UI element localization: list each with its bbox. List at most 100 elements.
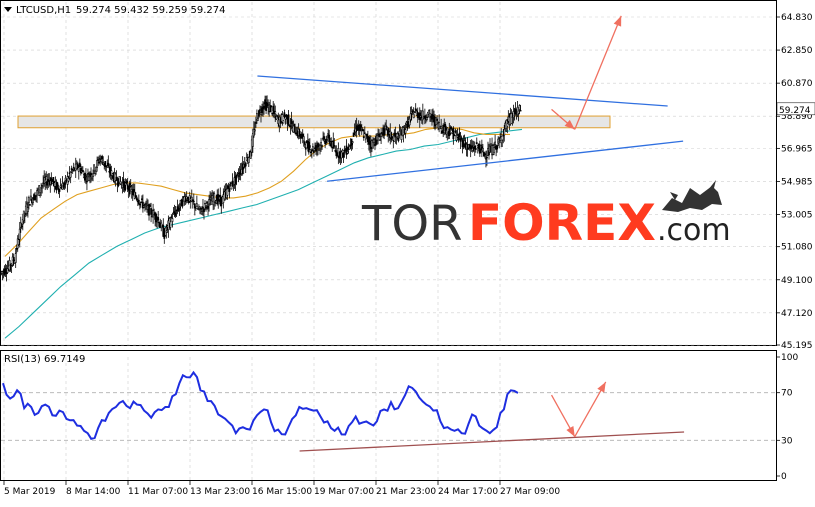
candle-body <box>128 183 131 195</box>
candle-body <box>471 148 474 151</box>
candle-body <box>178 206 181 209</box>
candle-body <box>152 210 154 218</box>
candle-body <box>160 222 163 229</box>
candle-body <box>452 128 455 140</box>
candle-body <box>294 132 297 135</box>
candle-body <box>170 216 173 218</box>
candle-body <box>309 151 312 154</box>
candle-body <box>409 113 412 120</box>
candle-body <box>52 177 55 184</box>
candle-body <box>312 146 314 150</box>
candle-body <box>450 126 453 130</box>
candle-body <box>321 145 323 147</box>
candle-body <box>88 176 90 182</box>
logo-suffix: .com <box>657 213 731 248</box>
candle-body <box>390 132 393 140</box>
candle-body <box>426 117 428 120</box>
candle-body <box>460 137 463 139</box>
candle-body <box>342 152 345 158</box>
candle-body <box>141 198 143 200</box>
candle-body <box>194 207 197 210</box>
candle-body <box>475 142 478 144</box>
candle-body <box>272 105 275 112</box>
candle-body <box>124 182 127 186</box>
rsi-pane-frame <box>0 350 777 481</box>
candle-body <box>6 268 9 273</box>
time-tick-label: 21 Mar 23:00 <box>376 487 436 497</box>
candle-body <box>195 203 198 207</box>
candle-body <box>235 174 238 179</box>
candle-body <box>93 164 95 172</box>
candle-body <box>282 120 285 124</box>
price-tick-label: 60.870 <box>781 79 813 89</box>
candle-body <box>208 199 210 205</box>
candle-body <box>470 145 473 148</box>
candle-body <box>203 208 205 213</box>
candle-body <box>385 125 388 128</box>
candle-body <box>247 157 250 163</box>
current-price-tag: 59.274 <box>776 102 815 116</box>
candle-body <box>192 200 195 203</box>
candle-body <box>228 188 231 192</box>
candle-body <box>115 176 118 181</box>
candle-body <box>304 147 307 150</box>
candle-body <box>169 221 172 228</box>
candle-body <box>518 105 521 110</box>
candle-body <box>501 139 504 142</box>
candle-body <box>302 136 305 142</box>
candle-body <box>201 211 203 215</box>
candle-body <box>171 218 174 222</box>
candle-body <box>313 150 315 153</box>
candle-body <box>423 115 426 119</box>
candle-body <box>271 112 274 115</box>
logo-prefix: TOR <box>361 196 462 252</box>
price-tick-label: 51.080 <box>781 243 813 253</box>
resistance-zone <box>17 115 611 129</box>
candle-body <box>181 199 184 207</box>
candle-body <box>513 115 516 117</box>
candle-body <box>18 228 21 240</box>
candle-body <box>185 196 188 200</box>
candle-body <box>327 133 330 135</box>
candle-body <box>135 197 138 201</box>
candle-body <box>87 173 89 175</box>
candle-body <box>237 175 240 177</box>
candle-body <box>97 159 100 161</box>
candle-body <box>479 144 482 146</box>
candle-body <box>236 172 239 175</box>
candle-body <box>477 143 480 149</box>
time-axis: 5 Mar 2019 8 Mar 14:00 11 Mar 07:00 13 Mar … <box>3 481 560 497</box>
candle-body <box>36 190 38 196</box>
candle-body <box>448 128 451 137</box>
time-tick-label: 27 Mar 09:00 <box>500 487 560 497</box>
candle-body <box>346 151 349 154</box>
ohlc-label: 59.274 59.432 59.259 59.274 <box>76 5 226 16</box>
candle-body <box>283 112 286 117</box>
rsi-tick-label: 100 <box>781 353 798 363</box>
candle-body <box>274 111 277 115</box>
candle-body <box>96 160 99 168</box>
candle-body <box>458 132 461 138</box>
candle-body <box>332 140 335 149</box>
candle-body <box>232 184 235 186</box>
candle-body <box>29 204 31 206</box>
candle-body <box>412 113 415 119</box>
candle-body <box>206 201 208 204</box>
candle-body <box>200 207 202 210</box>
candle-body <box>503 128 506 136</box>
candle-body <box>95 166 97 172</box>
candle-body <box>263 105 265 109</box>
candle-body <box>145 203 147 205</box>
candle-body <box>289 125 292 127</box>
candle-body <box>497 138 500 144</box>
main-pane-frame <box>0 0 777 346</box>
candle-body <box>449 133 452 135</box>
candle-body <box>292 125 295 133</box>
candle-body <box>519 110 522 112</box>
candle-body <box>496 145 499 150</box>
candle-body <box>67 178 70 182</box>
price-chart: TOR FOREX .com 64.83062.85060.87058.8905… <box>0 0 815 497</box>
time-tick-label: 19 Mar 07:00 <box>314 487 374 497</box>
candle-body <box>258 110 260 117</box>
candle-body <box>4 268 7 274</box>
